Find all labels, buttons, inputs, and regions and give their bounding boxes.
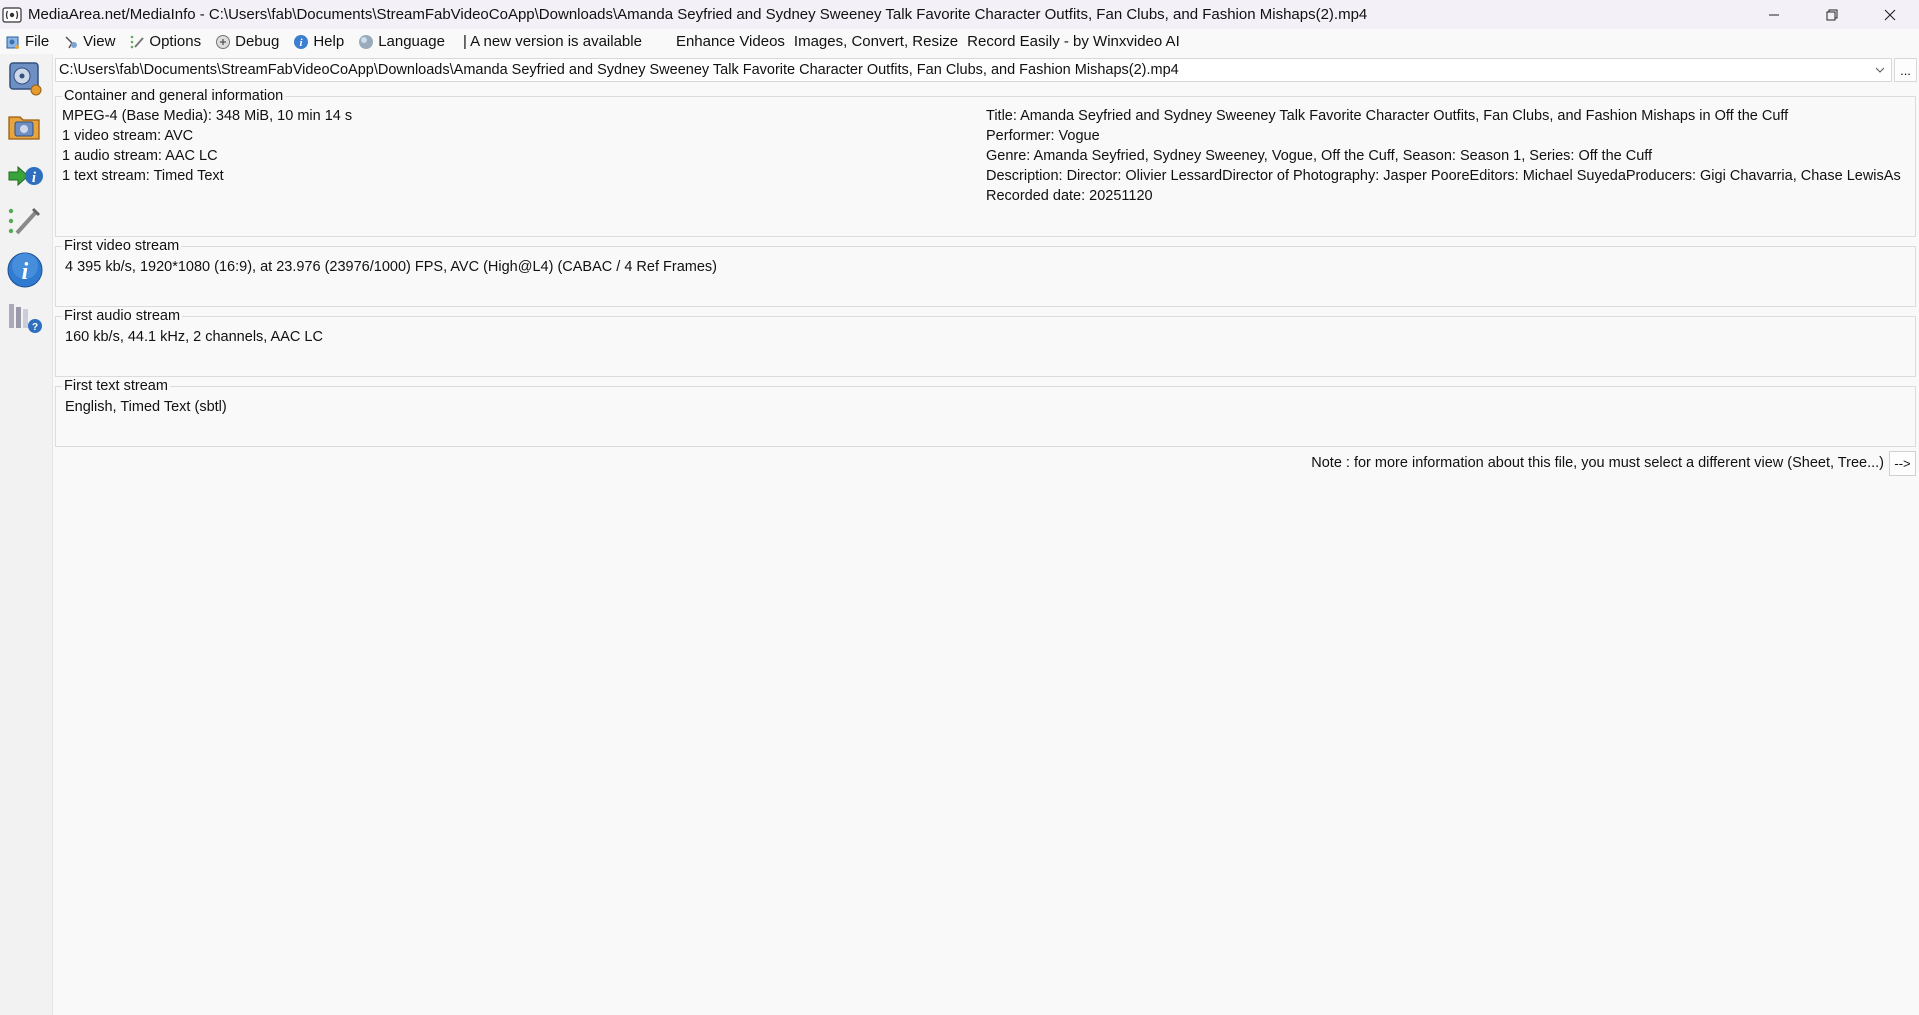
- more-info-note: Note : for more information about this f…: [1311, 455, 1884, 471]
- menu-help[interactable]: i Help: [293, 33, 344, 50]
- open-folder-icon: [8, 116, 40, 140]
- about-icon: i: [7, 252, 43, 288]
- general-right-line: Performer: Vogue: [986, 128, 1100, 144]
- menu-language-label: Language: [378, 33, 445, 50]
- menu-view-label: View: [83, 33, 116, 50]
- minimize-button[interactable]: [1745, 0, 1803, 29]
- close-icon: [1884, 9, 1896, 20]
- view-icon: [65, 35, 78, 48]
- text-stream-line: English, Timed Text (sbtl): [65, 399, 227, 415]
- menu-options[interactable]: Options: [129, 33, 201, 50]
- preferences-icon: [8, 207, 41, 235]
- text-heading: First text stream: [62, 378, 170, 395]
- menu-view[interactable]: View: [63, 33, 115, 50]
- sidebar-open-folder[interactable]: [5, 106, 45, 146]
- file-path-combo[interactable]: C:\Users\fab\Documents\StreamFabVideoCoA…: [55, 58, 1892, 82]
- title-bar: MediaArea.net/MediaInfo - C:\Users\fab\D…: [0, 0, 1919, 29]
- next-view-button[interactable]: -->: [1889, 451, 1916, 476]
- restore-icon: [1826, 9, 1838, 20]
- audio-stream-line: 160 kb/s, 44.1 kHz, 2 channels, AAC LC: [65, 329, 323, 345]
- sidebar-preferences[interactable]: [5, 202, 45, 242]
- general-left-line: MPEG-4 (Base Media): 348 MiB, 10 min 14 …: [62, 108, 353, 124]
- debug-icon: [216, 34, 231, 49]
- file-icon: [6, 36, 19, 49]
- text-stream-group: First text stream English, Timed Text (s…: [55, 378, 1916, 447]
- sidebar-open-file[interactable]: [5, 58, 45, 98]
- promo-images-convert[interactable]: Images, Convert, Resize: [794, 33, 958, 50]
- promo-record-easily[interactable]: Record Easily - by Winxvideo AI: [967, 33, 1180, 50]
- sidebar-export[interactable]: i: [5, 156, 45, 196]
- menu-file-label: File: [25, 33, 50, 50]
- general-right-line: Genre: Amanda Seyfried, Sydney Sweeney, …: [986, 148, 1653, 164]
- general-left-line: 1 video stream: AVC: [62, 128, 194, 144]
- video-stream-group: First video stream 4 395 kb/s, 1920*1080…: [55, 238, 1916, 307]
- options-icon: [131, 35, 145, 48]
- help-icon: i: [294, 34, 309, 49]
- menu-debug[interactable]: Debug: [215, 33, 279, 50]
- menu-file[interactable]: File: [5, 33, 49, 50]
- svg-text:i: i: [22, 259, 29, 285]
- menu-language[interactable]: Language: [358, 33, 445, 50]
- window-controls: [1745, 0, 1919, 29]
- video-heading: First video stream: [62, 238, 182, 255]
- file-path-value: C:\Users\fab\Documents\StreamFabVideoCoA…: [59, 62, 1179, 78]
- window-title: MediaArea.net/MediaInfo - C:\Users\fab\D…: [28, 6, 1368, 23]
- general-info-group: Container and general information MPEG-4…: [55, 88, 1916, 237]
- general-right-line: Recorded date: 20251120: [986, 188, 1153, 204]
- video-stream-line: 4 395 kb/s, 1920*1080 (16:9), at 23.976 …: [65, 259, 717, 275]
- general-left-line: 1 text stream: Timed Text: [62, 168, 224, 184]
- general-heading: Container and general information: [62, 88, 286, 105]
- svg-text:?: ?: [32, 322, 38, 333]
- general-right-line: Title: Amanda Seyfried and Sydney Sweene…: [986, 108, 1789, 124]
- menu-debug-label: Debug: [235, 33, 280, 50]
- browse-button[interactable]: ...: [1894, 58, 1917, 82]
- minimize-icon: [1769, 14, 1779, 15]
- sidebar-about[interactable]: i: [5, 250, 45, 290]
- sidebar-knowledge-base[interactable]: ?: [5, 298, 45, 338]
- promo-enhance-videos[interactable]: Enhance Videos: [676, 33, 785, 50]
- chevron-down-icon[interactable]: [1869, 59, 1891, 81]
- audio-heading: First audio stream: [62, 308, 183, 325]
- audio-stream-group: First audio stream 160 kb/s, 44.1 kHz, 2…: [55, 308, 1916, 377]
- general-right-line: Description: Director: Olivier LessardDi…: [986, 168, 1901, 184]
- restore-button[interactable]: [1803, 0, 1861, 29]
- menu-options-label: Options: [149, 33, 202, 50]
- knowledge-base-icon: ?: [9, 304, 42, 333]
- menu-help-label: Help: [313, 33, 345, 50]
- language-globe-icon: [359, 34, 374, 49]
- sidebar-toolbar: i i ?: [0, 54, 53, 1015]
- general-left-line: 1 audio stream: AAC LC: [62, 148, 218, 164]
- open-file-icon: [9, 62, 42, 96]
- mediainfo-app-icon: [2, 5, 22, 25]
- export-icon: i: [8, 165, 43, 187]
- close-button[interactable]: [1861, 0, 1919, 29]
- new-version-link[interactable]: | A new version is available: [463, 33, 642, 50]
- menu-bar: File View Options Debug i Help Language …: [0, 29, 1919, 54]
